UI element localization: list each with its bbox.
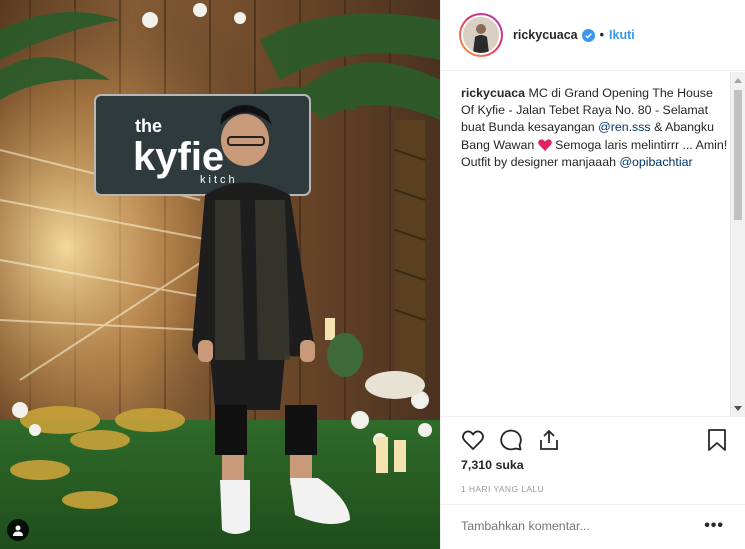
post-timestamp[interactable]: 1 HARI YANG LALU	[461, 484, 544, 494]
mention-link-opibachtiar[interactable]: @opibachtiar	[619, 155, 692, 169]
mention-link-ren[interactable]: @ren.sss	[598, 120, 651, 134]
header-username[interactable]: rickycuaca	[513, 28, 578, 42]
tag-user-icon[interactable]	[7, 519, 29, 541]
follow-button[interactable]: Ikuti	[609, 28, 635, 42]
red-heart-emoji-icon	[537, 138, 552, 151]
caption-area: rickycuaca MC di Grand Opening The House…	[441, 72, 745, 412]
post-actions: 7,310 suka 1 HARI YANG LALU	[441, 416, 745, 494]
scrollbar-thumb[interactable]	[734, 90, 742, 220]
caption-scrollbar[interactable]	[730, 72, 745, 417]
caption-username[interactable]: rickycuaca	[461, 86, 525, 100]
post-side-panel: rickycuaca • Ikuti rickycuaca MC di Gran…	[440, 0, 745, 549]
more-options-button[interactable]: •••	[704, 517, 724, 535]
avatar[interactable]	[459, 13, 503, 57]
verified-badge-icon	[581, 28, 595, 42]
photo-illustration: the kyfie kitch	[0, 0, 440, 549]
bookmark-icon[interactable]	[706, 428, 728, 452]
comment-input[interactable]	[461, 519, 681, 533]
scroll-up-arrow-icon[interactable]	[734, 78, 742, 83]
likes-count[interactable]: 7,310 suka	[461, 458, 524, 472]
comment-icon[interactable]	[499, 428, 523, 452]
scroll-down-arrow-icon[interactable]	[734, 406, 742, 411]
sign-text-the: the	[135, 116, 162, 136]
comment-bar: •••	[441, 504, 745, 549]
post-photo[interactable]: the kyfie kitch	[0, 0, 440, 549]
share-icon[interactable]	[537, 428, 561, 452]
post-header: rickycuaca • Ikuti	[441, 0, 745, 71]
sign-text-kyfie: kyfie	[133, 135, 224, 179]
separator-dot: •	[599, 28, 605, 42]
caption-text: rickycuaca MC di Grand Opening The House…	[461, 85, 729, 171]
heart-icon[interactable]	[461, 428, 485, 452]
